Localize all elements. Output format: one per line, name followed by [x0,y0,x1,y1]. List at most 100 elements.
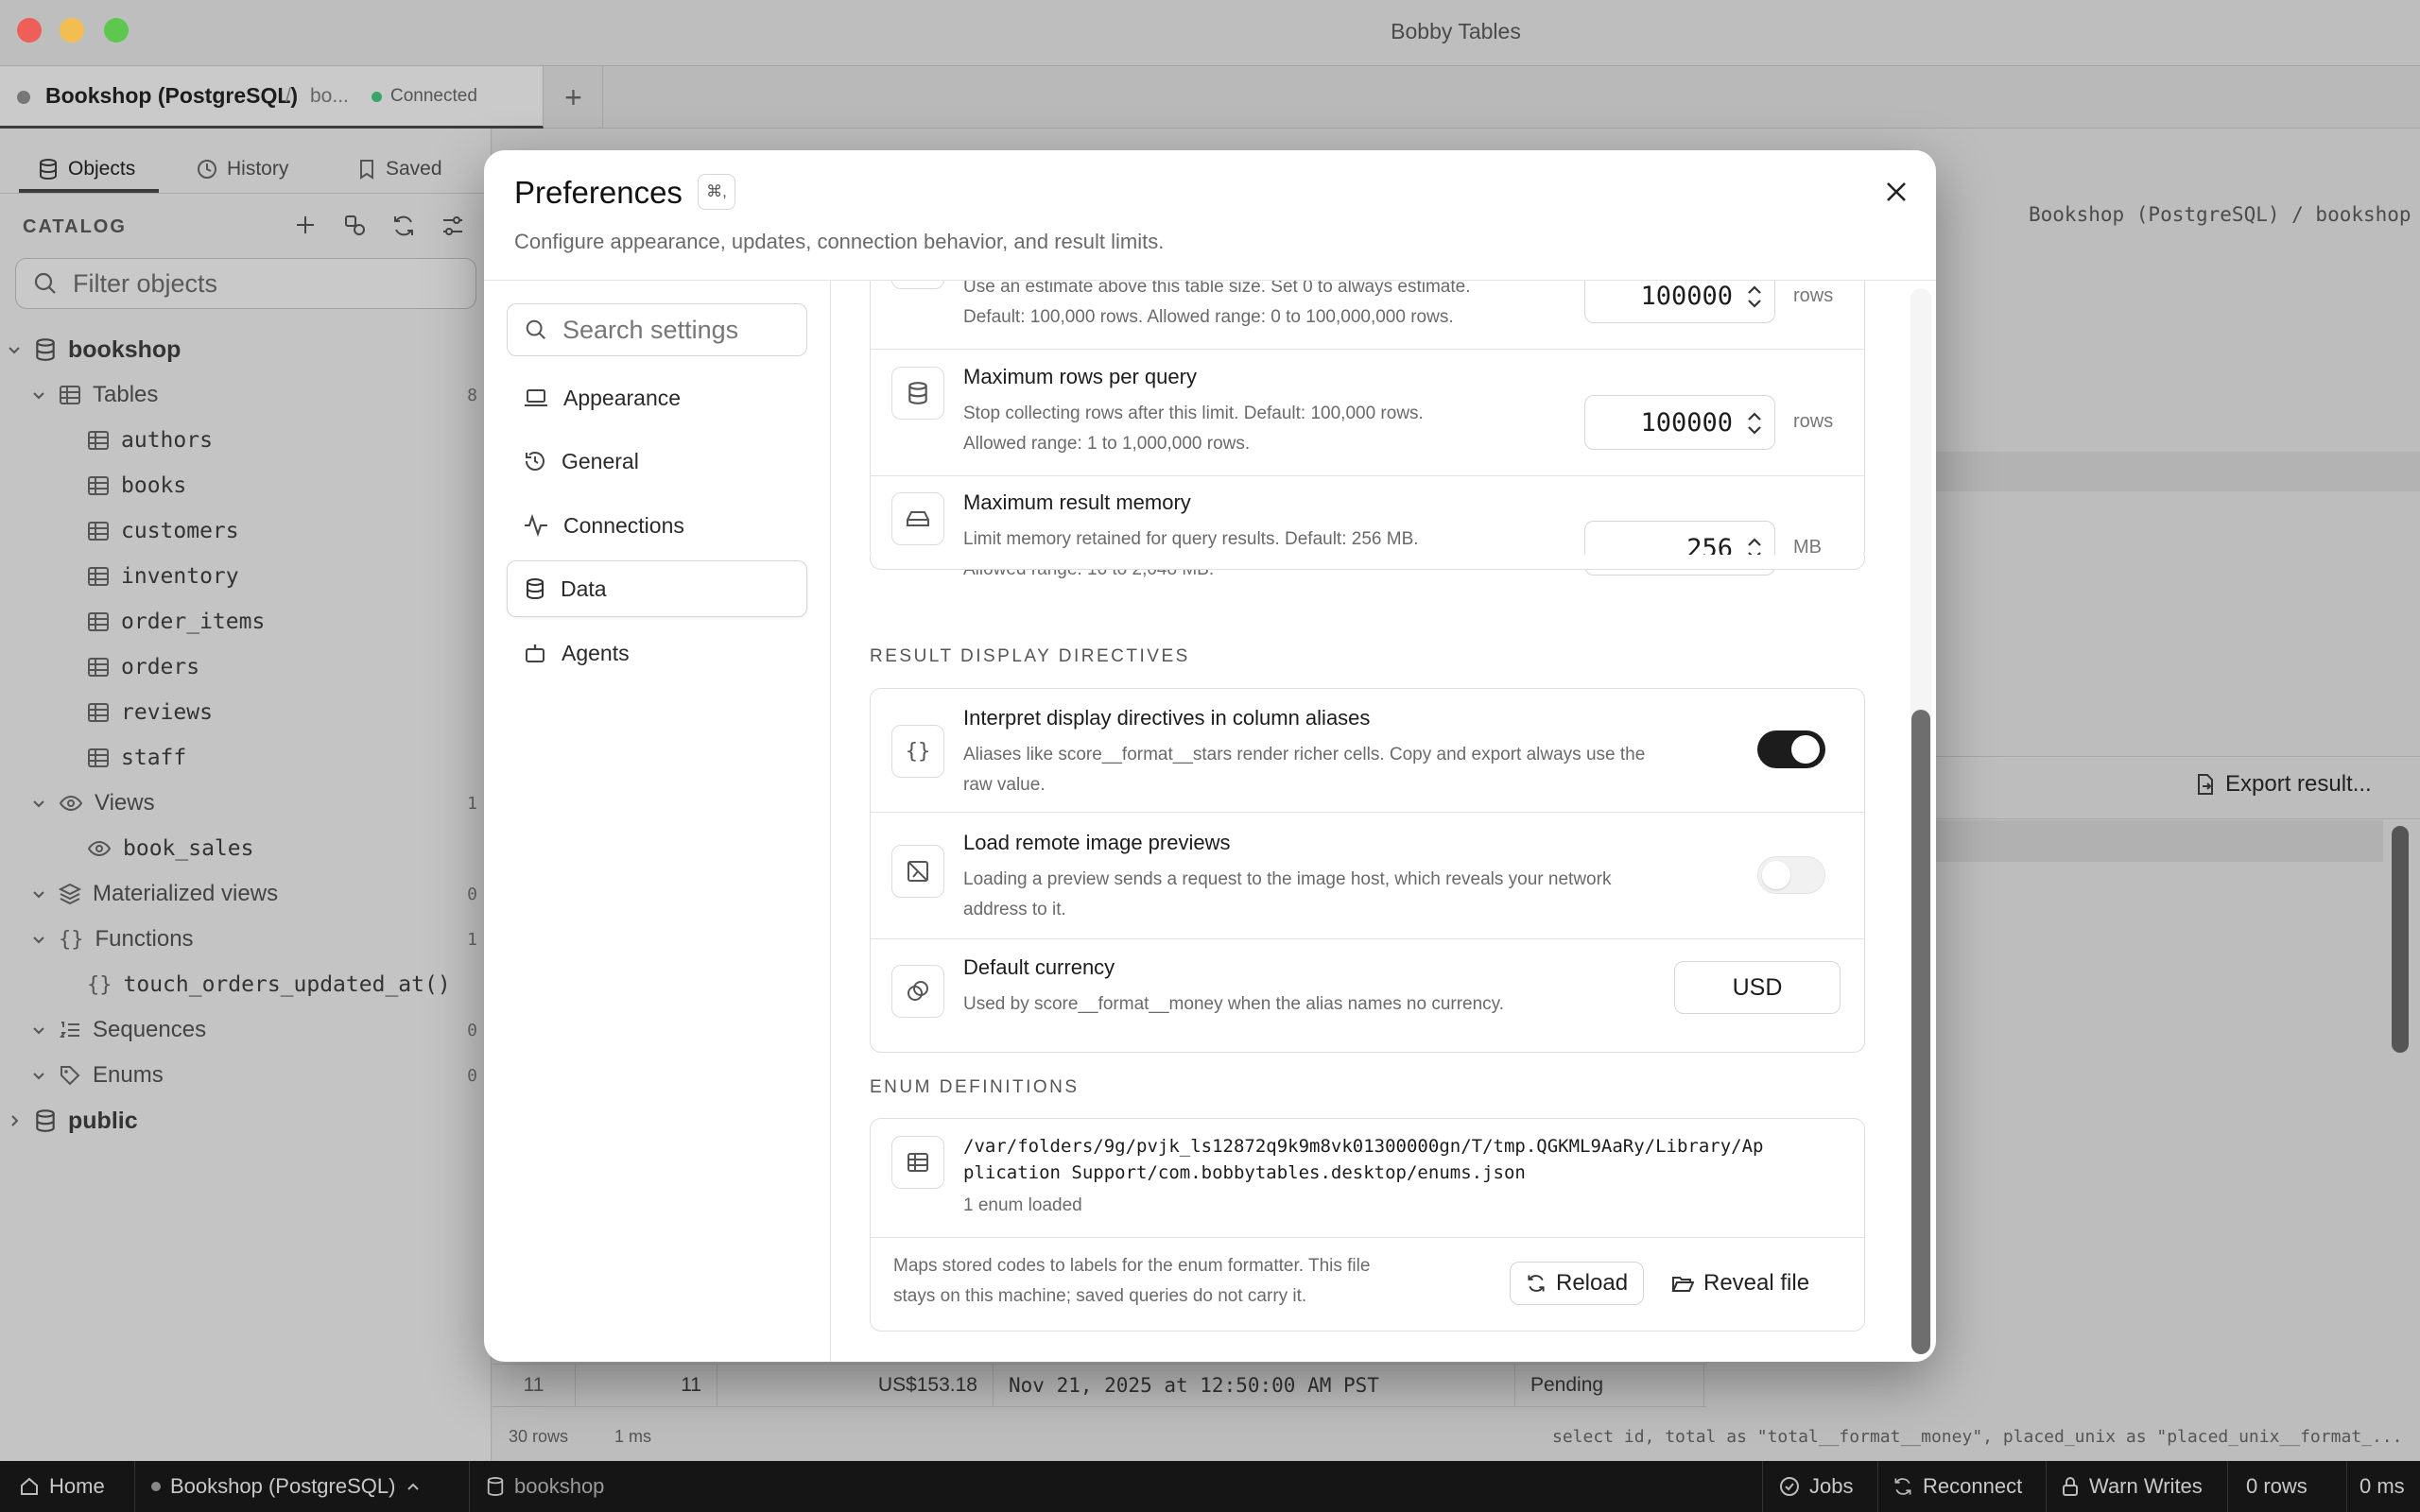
reload-button[interactable]: Reload [1510,1262,1645,1305]
tree-group-views[interactable]: Views 1 [0,781,477,826]
braces-icon: {} [87,972,112,997]
toggle-knob [1762,861,1790,889]
reveal-file-button[interactable]: Reveal file [1655,1262,1826,1305]
divider [871,938,1864,939]
nav-agents[interactable]: Agents [507,625,807,681]
tab-objects[interactable]: Objects [38,147,135,191]
search-settings-placeholder: Search settings [562,315,739,344]
database-icon [40,159,57,180]
database-indicator[interactable]: bookshop [486,1461,604,1512]
chevron-down-icon[interactable] [30,795,47,812]
connection-tab[interactable]: Bookshop (PostgreSQL) / bo... Connected [0,66,544,129]
tree-group-count: 8 [467,385,477,405]
enum-note-cont: stays on this machine; saved queries do … [893,1286,1307,1306]
stepper-icon[interactable] [1746,409,1763,438]
tree-table-item[interactable]: reviews [0,690,477,735]
chevron-down-icon[interactable] [6,341,23,358]
status-bar: Home Bookshop (PostgreSQL) bookshop Jobs… [0,1461,2420,1512]
eye-icon [87,840,112,857]
tree-function-item[interactable]: {} touch_orders_updated_at() [0,962,477,1007]
tree-item-label: touch_orders_updated_at() [123,972,451,997]
max-rows-range: Allowed range: 1 to 1,000,000 rows. [963,434,1251,454]
nav-connections[interactable]: Connections [507,497,807,554]
search-settings-input[interactable]: Search settings [507,303,807,356]
tab-history[interactable]: History [197,147,288,191]
table-icon [891,1136,944,1189]
tree-group-label: Materialized views [93,881,279,906]
jobs-button[interactable]: Jobs [1779,1461,1853,1512]
remote-images-toggle[interactable] [1757,856,1825,894]
nav-data[interactable]: Data [507,560,807,617]
add-icon[interactable] [295,215,316,235]
tree-group-functions[interactable]: {} Functions 1 [0,917,477,962]
reload-label: Reload [1556,1270,1629,1296]
tree-table-item[interactable]: authors [0,418,477,463]
table-icon [88,567,109,586]
tree-group-count: 0 [467,1065,477,1086]
home-button[interactable]: Home [19,1461,105,1512]
tree-database-label: bookshop [68,335,182,363]
breadcrumb: Bookshop (PostgreSQL) / bookshop [2029,203,2411,226]
settings-scrollbar-thumb[interactable] [1911,710,1930,1354]
tree-database-bookshop[interactable]: bookshop [0,327,477,372]
tree-group-tables[interactable]: Tables 8 [0,372,477,418]
results-scrollbar[interactable] [2392,826,2409,1053]
tree-item-label: reviews [121,700,213,725]
chevron-down-icon[interactable] [30,931,47,948]
new-tab-button[interactable]: + [544,66,603,129]
nav-general[interactable]: General [507,433,807,490]
tree-table-item[interactable]: inventory [0,554,477,599]
max-rows-value: 100000 [1640,407,1733,438]
display-directives-card: {} Interpret display directives in colum… [870,688,1865,1053]
filter-objects-input[interactable]: Filter objects [15,258,476,309]
close-window-button[interactable] [17,18,42,43]
tree-group-enums[interactable]: Enums 0 [0,1053,477,1098]
window-title: Bobby Tables [1391,19,1521,43]
chevron-down-icon[interactable] [30,387,47,404]
refresh-icon [1528,1275,1545,1292]
tree-view-item[interactable]: book_sales [0,826,477,871]
dialog-subtitle: Configure appearance, updates, connectio… [514,230,1165,253]
row-count: 0 rows [2246,1474,2308,1498]
directives-description: Aliases like score__format__stars render… [963,745,1646,765]
chevron-down-icon[interactable] [30,1022,47,1039]
tab-saved[interactable]: Saved [357,147,442,191]
activity-icon [525,514,547,537]
max-rows-input[interactable]: 100000 [1584,395,1775,450]
nav-data-label: Data [561,576,607,601]
chevron-down-icon[interactable] [30,885,47,902]
bot-icon [526,644,544,662]
tree-group-count: 0 [467,884,477,904]
directives-toggle[interactable] [1757,730,1825,768]
refresh-icon[interactable] [391,214,416,238]
connection-switcher[interactable]: Bookshop (PostgreSQL) [151,1461,422,1512]
estimate-threshold-input[interactable]: 100000 [1584,281,1775,323]
tree-table-item[interactable]: customers [0,508,477,554]
stepper-icon[interactable] [1746,283,1763,311]
tree-table-item[interactable]: staff [0,735,477,781]
coins-icon [891,965,944,1018]
table-row[interactable]: 11 11 US$153.18 Nov 21, 2025 at 12:50:00… [493,1364,1706,1407]
shapes-icon[interactable] [344,215,367,237]
tree-table-item[interactable]: order_items [0,599,477,644]
reconnect-button[interactable]: Reconnect [1893,1461,2022,1512]
title-bar [0,0,2420,66]
shortcut-badge: ⌘, [698,174,735,210]
warn-writes-toggle[interactable]: Warn Writes [2061,1461,2203,1512]
export-result-label: Export result... [2225,771,2372,797]
tree-schema-public[interactable]: public [0,1098,477,1143]
connection-status: Connected [390,86,477,106]
tree-table-item[interactable]: orders [0,644,477,690]
tree-table-item[interactable]: books [0,463,477,508]
zoom-window-button[interactable] [104,18,129,43]
tree-group-sequences[interactable]: Sequences 0 [0,1007,477,1053]
currency-input[interactable]: USD [1674,961,1841,1014]
chevron-down-icon[interactable] [30,1067,47,1084]
chevron-right-icon[interactable] [6,1112,23,1129]
minimize-window-button[interactable] [60,18,84,43]
export-result-button[interactable]: Export result... [2195,771,2372,798]
tree-group-materialized-views[interactable]: Materialized views 0 [0,871,477,917]
filter-settings-icon[interactable] [441,214,465,238]
nav-appearance[interactable]: Appearance [507,369,807,426]
close-icon[interactable] [1883,179,1910,205]
